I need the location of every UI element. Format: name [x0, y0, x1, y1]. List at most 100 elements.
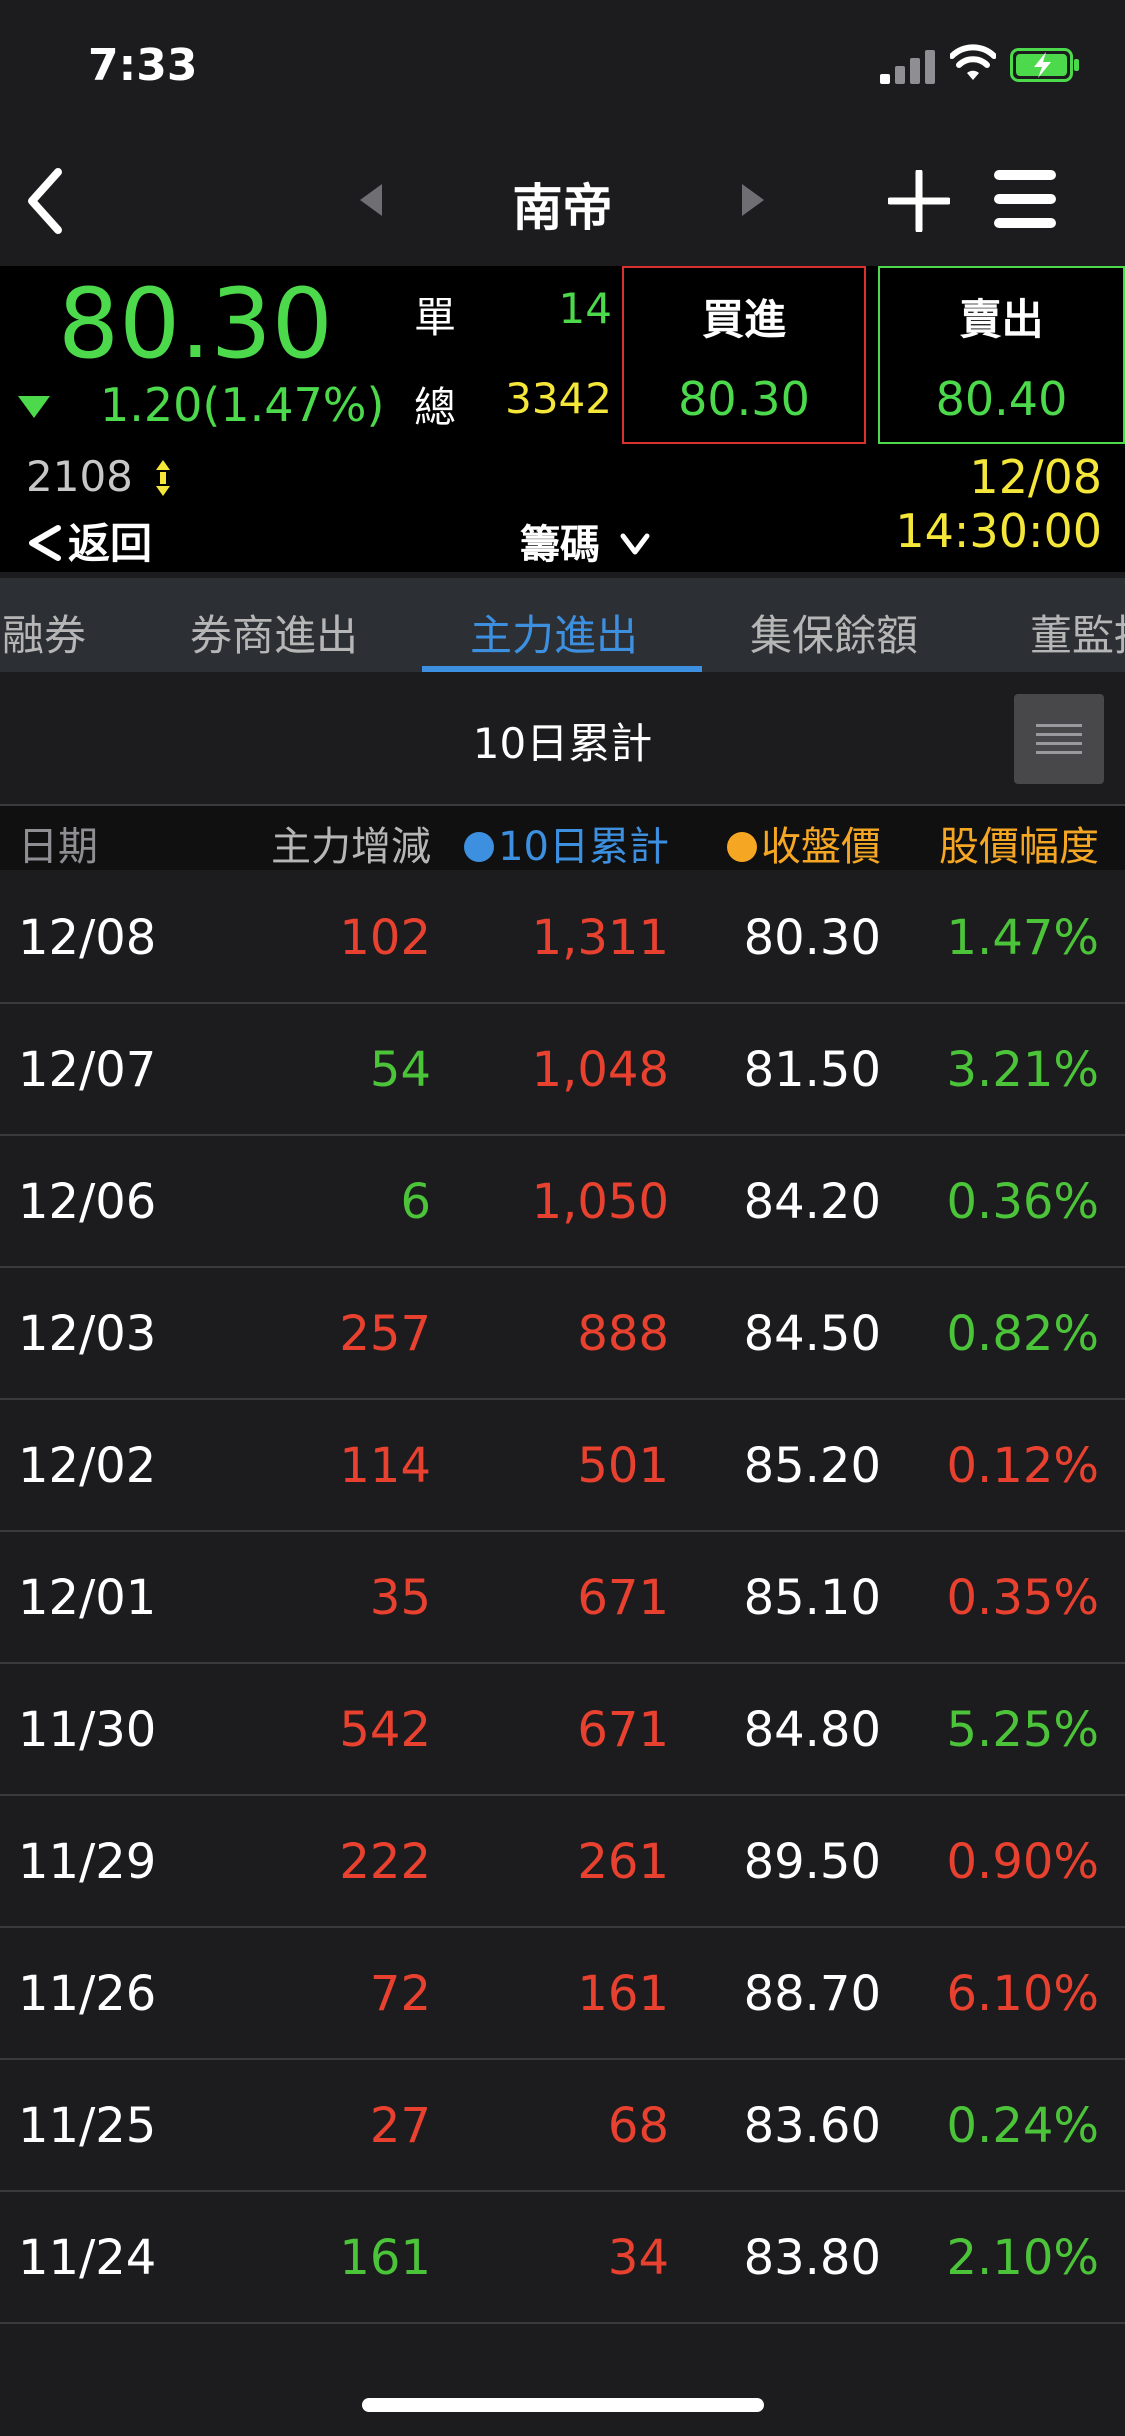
quote-panel: 80.30 1.20(1.47%) 單 14 總 3342 買進 80.30 賣… — [0, 266, 1125, 572]
home-indicator — [362, 2398, 764, 2412]
blue-dot-icon — [464, 832, 495, 862]
row-price-pct: 0.82% — [946, 1306, 1099, 1362]
nav-bar: 南帝 — [0, 136, 1125, 266]
row-date: 12/01 — [18, 1570, 157, 1626]
wifi-icon — [950, 44, 996, 80]
row-10day-acc: 261 — [577, 1834, 669, 1890]
table-row[interactable]: 12/07 54 1,048 81.50 3.21% — [0, 1004, 1125, 1136]
stock-title: 南帝 — [512, 179, 613, 237]
table-row[interactable]: 11/24 161 34 83.80 2.10% — [0, 2192, 1125, 2324]
unit-label: 單 — [414, 293, 457, 342]
back-arrow-icon — [29, 525, 61, 561]
chips-dropdown[interactable]: 籌碼 — [520, 512, 650, 570]
cellular-signal-icon — [880, 50, 935, 84]
row-10day-acc: 68 — [607, 2098, 669, 2154]
volume-updown-icon — [156, 460, 170, 496]
row-close-price: 85.20 — [743, 1438, 881, 1494]
row-price-pct: 0.12% — [946, 1438, 1099, 1494]
tab-major-players[interactable]: 主力進出 — [470, 602, 638, 663]
data-table: 12/08 102 1,311 80.30 1.47% 12/07 54 1,048 81.50… — [0, 872, 1125, 2324]
back-link[interactable]: 返回 — [26, 510, 152, 571]
next-stock-icon[interactable] — [740, 182, 766, 218]
price-change: 1.20(1.47%) — [100, 378, 385, 432]
row-price-pct: 0.35% — [946, 1570, 1099, 1626]
table-row[interactable]: 11/29 222 261 89.50 0.90% — [0, 1796, 1125, 1928]
row-date: 11/24 — [18, 2230, 157, 2286]
row-10day-acc: 501 — [577, 1438, 669, 1494]
table-row[interactable]: 12/06 6 1,050 84.20 0.36% — [0, 1136, 1125, 1268]
row-price-pct: 0.24% — [946, 2098, 1099, 2154]
col-pct: 股價幅度 — [939, 824, 1099, 870]
back-chevron-icon[interactable] — [22, 166, 66, 236]
tab-directors[interactable]: 董監持股 — [1030, 602, 1125, 663]
chevron-down-icon — [620, 533, 650, 555]
tab-bar: 融券 券商進出 主力進出 集保餘額 董監持股 — [0, 578, 1125, 672]
table-row[interactable]: 12/03 257 888 84.50 0.82% — [0, 1268, 1125, 1400]
col-date: 日期 — [18, 824, 98, 870]
row-close-price: 88.70 — [743, 1966, 881, 2022]
row-10day-acc: 1,050 — [531, 1174, 669, 1230]
row-10day-acc: 888 — [577, 1306, 669, 1362]
row-main-change: 6 — [400, 1174, 431, 1230]
table-row[interactable]: 11/26 72 161 88.70 6.10% — [0, 1928, 1125, 2060]
row-main-change: 54 — [369, 1042, 431, 1098]
row-price-pct: 3.21% — [946, 1042, 1099, 1098]
row-date: 12/07 — [18, 1042, 157, 1098]
buy-price: 80.30 — [678, 372, 810, 426]
row-main-change: 102 — [339, 910, 431, 966]
row-price-pct: 5.25% — [946, 1702, 1099, 1758]
row-date: 12/06 — [18, 1174, 157, 1230]
back-label: 返回 — [68, 519, 153, 568]
tab-custody[interactable]: 集保餘額 — [750, 602, 918, 663]
buy-label: 買進 — [701, 295, 786, 344]
col-10day-acc: 10日累計 — [464, 814, 669, 872]
row-price-pct: 1.47% — [946, 910, 1099, 966]
row-main-change: 35 — [369, 1570, 431, 1626]
battery-charging-icon — [1010, 48, 1079, 82]
table-row[interactable]: 11/30 542 671 84.80 5.25% — [0, 1664, 1125, 1796]
add-icon[interactable] — [888, 170, 950, 232]
row-date: 11/30 — [18, 1702, 157, 1758]
row-close-price: 81.50 — [743, 1042, 881, 1098]
down-arrow-icon — [18, 396, 50, 418]
row-10day-acc: 1,311 — [531, 910, 669, 966]
row-10day-acc: 1,048 — [531, 1042, 669, 1098]
row-price-pct: 6.10% — [946, 1966, 1099, 2022]
row-close-price: 84.80 — [743, 1702, 881, 1758]
row-10day-acc: 671 — [577, 1570, 669, 1626]
row-date: 11/29 — [18, 1834, 157, 1890]
row-date: 12/08 — [18, 910, 157, 966]
row-price-pct: 0.36% — [946, 1174, 1099, 1230]
table-row[interactable]: 12/08 102 1,311 80.30 1.47% — [0, 872, 1125, 1004]
menu-icon[interactable] — [992, 166, 1058, 232]
table-row[interactable]: 12/02 114 501 85.20 0.12% — [0, 1400, 1125, 1532]
row-close-price: 89.50 — [743, 1834, 881, 1890]
col-close-label: 收盤價 — [761, 824, 881, 870]
row-date: 12/02 — [18, 1438, 157, 1494]
tab-broker[interactable]: 券商進出 — [190, 602, 358, 663]
row-price-pct: 2.10% — [946, 2230, 1099, 2286]
orange-dot-icon — [727, 832, 757, 862]
row-close-price: 84.20 — [743, 1174, 881, 1230]
row-close-price: 83.60 — [743, 2098, 881, 2154]
table-row[interactable]: 12/01 35 671 85.10 0.35% — [0, 1532, 1125, 1664]
total-value: 3342 — [505, 374, 612, 423]
prev-stock-icon[interactable] — [358, 182, 384, 218]
buy-box[interactable]: 買進 80.30 — [622, 266, 866, 444]
sell-box[interactable]: 賣出 80.40 — [878, 266, 1125, 444]
list-icon — [1036, 724, 1082, 754]
col-10day-acc-label: 10日累計 — [498, 824, 669, 870]
unit-value: 14 — [558, 284, 612, 333]
row-date: 12/03 — [18, 1306, 157, 1362]
row-main-change: 72 — [369, 1966, 431, 2022]
sell-price: 80.40 — [935, 372, 1068, 426]
list-options-button[interactable] — [1014, 694, 1104, 784]
status-bar: 7:33 — [0, 0, 1125, 136]
tab-margin-short[interactable]: 融券 — [2, 602, 86, 663]
row-close-price: 85.10 — [743, 1570, 881, 1626]
row-10day-acc: 34 — [607, 2230, 669, 2286]
table-row[interactable]: 11/25 27 68 83.60 0.24% — [0, 2060, 1125, 2192]
row-main-change: 542 — [339, 1702, 431, 1758]
row-close-price: 84.50 — [743, 1306, 881, 1362]
row-close-price: 83.80 — [743, 2230, 881, 2286]
